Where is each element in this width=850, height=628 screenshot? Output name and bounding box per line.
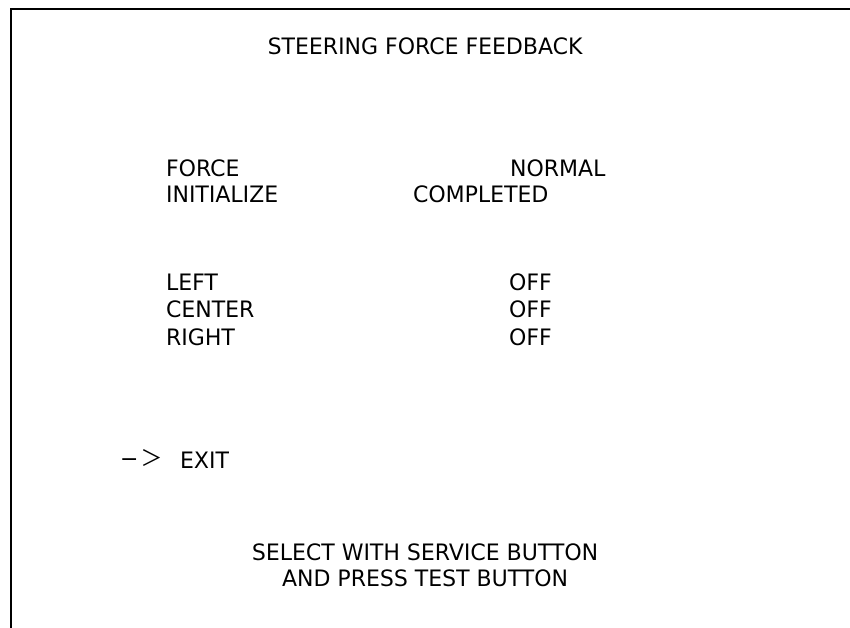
exit-menu-item[interactable]: EXIT: [180, 449, 229, 475]
left-label: LEFT: [166, 271, 218, 296]
screen-title: STEERING FORCE FEEDBACK: [267, 35, 583, 60]
selection-cursor-icon: −＞: [120, 447, 165, 472]
initialize-label: INITIALIZE: [166, 183, 279, 208]
instruction-line-2: AND PRESS TEST BUTTON: [281, 567, 568, 592]
initialize-value: COMPLETED: [413, 183, 549, 208]
right-label: RIGHT: [166, 326, 235, 351]
force-value: NORMAL: [510, 157, 606, 182]
right-value: OFF: [509, 326, 552, 351]
center-label: CENTER: [166, 298, 255, 323]
screen-frame: [10, 8, 850, 628]
force-label: FORCE: [166, 157, 240, 182]
center-value: OFF: [509, 298, 552, 323]
instruction-line-1: SELECT WITH SERVICE BUTTON: [251, 541, 599, 566]
left-value: OFF: [509, 271, 552, 296]
